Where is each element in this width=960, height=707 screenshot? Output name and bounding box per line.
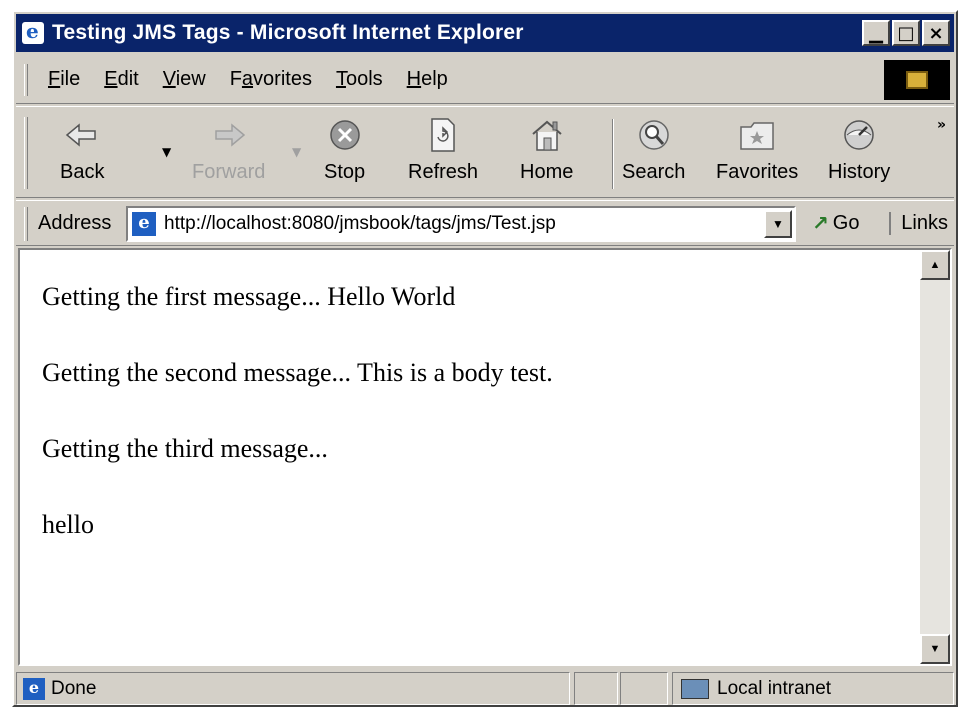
stop-button[interactable]: Stop — [324, 115, 365, 195]
zone-text: Local intranet — [717, 677, 832, 699]
document-body: Getting the first message... Hello World… — [42, 284, 910, 588]
standard-toolbar: Back ▼ Forward ▼ Stop Refresh Home Searc… — [16, 106, 954, 198]
forward-button[interactable]: Forward — [192, 115, 265, 195]
forward-dropdown-icon[interactable]: ▼ — [292, 145, 301, 159]
url-input[interactable] — [164, 213, 744, 235]
vertical-scrollbar[interactable]: ▲ ▼ — [920, 250, 950, 664]
address-label: Address — [38, 211, 112, 234]
links-button[interactable]: Links — [889, 211, 948, 235]
addressbar-grip[interactable] — [24, 207, 28, 241]
windows-logo-icon — [884, 60, 950, 100]
page-icon: e — [132, 212, 156, 236]
scroll-up-icon[interactable]: ▲ — [920, 250, 950, 280]
go-arrow-icon: ↗ — [812, 211, 829, 235]
go-button[interactable]: ↗ Go — [812, 211, 859, 235]
message-line-2: Getting the second message... This is a … — [42, 358, 553, 387]
minimize-button[interactable]: ▁ — [862, 20, 890, 46]
message-line-4: hello — [42, 510, 94, 539]
menu-favorites[interactable]: Favorites — [230, 68, 312, 91]
message-line-3: Getting the third message... — [42, 434, 328, 463]
menu-bar: File Edit View Favorites Tools Help — [16, 56, 954, 104]
forward-arrow-icon — [209, 115, 249, 155]
favorites-button[interactable]: Favorites — [716, 115, 798, 195]
status-pane-security — [620, 672, 668, 705]
address-field[interactable]: e ▼ — [126, 206, 796, 242]
ie-icon — [22, 19, 44, 44]
toolbar-separator — [612, 119, 614, 189]
scroll-down-icon[interactable]: ▼ — [920, 634, 950, 664]
status-pane-progress — [574, 672, 618, 705]
title-bar[interactable]: Testing JMS Tags - Microsoft Internet Ex… — [16, 14, 954, 52]
menubar-grip[interactable] — [24, 64, 28, 96]
toolbar-overflow-chevron-icon[interactable]: » — [937, 117, 946, 133]
browser-window: Testing JMS Tags - Microsoft Internet Ex… — [12, 10, 958, 707]
menu-file[interactable]: File — [48, 68, 80, 91]
status-zone-pane: Local intranet — [672, 672, 954, 705]
back-arrow-icon — [62, 115, 102, 155]
refresh-icon — [423, 115, 463, 155]
page-content: Getting the first message... Hello World… — [18, 248, 952, 666]
maximize-button[interactable]: □ — [892, 20, 920, 46]
address-bar: Address e ▼ ↗ Go Links — [16, 200, 954, 246]
status-main-pane: e Done — [16, 672, 570, 705]
history-icon — [839, 115, 879, 155]
intranet-zone-icon — [681, 678, 709, 699]
window-title: Testing JMS Tags - Microsoft Internet Ex… — [52, 21, 524, 44]
toolbar-grip[interactable] — [24, 117, 28, 189]
stop-icon — [325, 115, 365, 155]
back-dropdown-icon[interactable]: ▼ — [162, 145, 171, 159]
menu-edit[interactable]: Edit — [104, 68, 138, 91]
back-button[interactable]: Back — [60, 115, 104, 195]
close-button[interactable]: × — [922, 20, 950, 46]
menu-help[interactable]: Help — [407, 68, 448, 91]
home-button[interactable]: Home — [520, 115, 573, 195]
refresh-button[interactable]: Refresh — [408, 115, 478, 195]
address-dropdown-icon[interactable]: ▼ — [764, 210, 792, 238]
status-bar: e Done Local intranet — [16, 672, 954, 705]
search-button[interactable]: Search — [622, 115, 685, 195]
home-icon — [527, 115, 567, 155]
history-button[interactable]: History — [828, 115, 890, 195]
page-done-icon: e — [23, 677, 45, 700]
message-line-1: Getting the first message... Hello World — [42, 282, 456, 311]
menu-tools[interactable]: Tools — [336, 68, 383, 91]
menu-view[interactable]: View — [163, 68, 206, 91]
favorites-folder-icon — [737, 115, 777, 155]
status-text: Done — [51, 677, 97, 699]
search-icon — [634, 115, 674, 155]
